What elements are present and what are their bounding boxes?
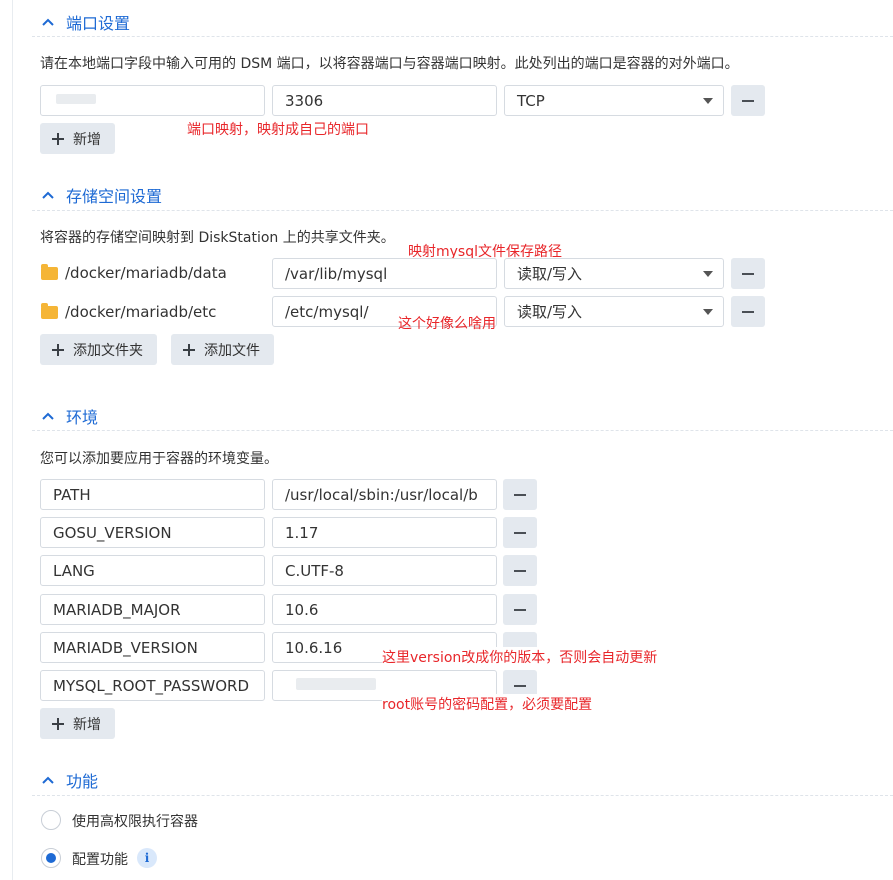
minus-icon xyxy=(742,272,754,275)
remove-env-button[interactable] xyxy=(503,594,537,625)
remove-port-button[interactable] xyxy=(731,85,765,116)
divider xyxy=(32,36,893,37)
protocol-select[interactable]: TCP xyxy=(504,85,724,116)
chevron-up-icon xyxy=(42,18,54,26)
env-key-input[interactable]: MYSQL_ROOT_PASSWORD xyxy=(40,670,265,701)
storage-folder-path[interactable]: /docker/mariadb/etc xyxy=(65,303,216,321)
minus-icon xyxy=(742,310,754,313)
features-section-title: 功能 xyxy=(66,772,99,791)
remove-storage-button[interactable] xyxy=(731,296,765,327)
info-icon[interactable]: i xyxy=(137,848,157,868)
env-key-input[interactable]: GOSU_VERSION xyxy=(40,517,265,548)
divider xyxy=(32,430,893,431)
folder-icon xyxy=(41,303,58,319)
port-description: 请在本地端口字段中输入可用的 DSM 端口，以将容器端口与容器端口映射。此处列出… xyxy=(40,56,739,72)
capabilities-radio[interactable] xyxy=(41,848,61,868)
env-value-input[interactable]: 1.17 xyxy=(272,517,497,548)
env-key-input[interactable]: LANG xyxy=(40,555,265,586)
plus-icon xyxy=(52,132,64,145)
access-mode-select[interactable]: 读取/写入 xyxy=(504,258,724,289)
capabilities-label[interactable]: 配置功能 xyxy=(72,849,128,869)
port-section-header[interactable]: 端口设置 xyxy=(40,10,130,34)
add-port-button[interactable]: 新增 xyxy=(40,123,115,154)
features-section-header[interactable]: 功能 xyxy=(40,768,98,792)
plus-icon xyxy=(52,717,64,730)
minus-icon xyxy=(514,531,526,534)
left-border xyxy=(12,0,13,880)
dropdown-arrow-icon xyxy=(703,98,713,104)
chevron-up-icon xyxy=(42,191,54,199)
chevron-up-icon xyxy=(42,412,54,420)
add-folder-button[interactable]: 添加文件夹 xyxy=(40,334,157,365)
env-section-title: 环境 xyxy=(66,408,99,427)
env-key-input[interactable]: MARIADB_MAJOR xyxy=(40,594,265,625)
plus-icon xyxy=(52,343,64,356)
storage-folder-path[interactable]: /docker/mariadb/data xyxy=(65,264,227,282)
folder-icon xyxy=(41,264,58,280)
storage-section-header[interactable]: 存储空间设置 xyxy=(40,183,162,207)
env-value-input[interactable]: 10.6 xyxy=(272,594,497,625)
env-key-input[interactable]: PATH xyxy=(40,479,265,510)
storage-section-title: 存储空间设置 xyxy=(66,187,163,206)
privileged-label[interactable]: 使用高权限执行容器 xyxy=(72,811,198,831)
chevron-up-icon xyxy=(42,776,54,784)
annotation-port: 端口映射，映射成自己的端口 xyxy=(187,122,369,138)
port-section-title: 端口设置 xyxy=(66,14,131,33)
minus-icon xyxy=(514,493,526,496)
env-value-input[interactable]: /usr/local/sbin:/usr/local/b xyxy=(272,479,497,510)
annotation-version: 这里version改成你的版本，否则会自动更新 xyxy=(382,647,660,667)
dropdown-arrow-icon xyxy=(703,271,713,277)
env-key-input[interactable]: MARIADB_VERSION xyxy=(40,632,265,663)
minus-icon xyxy=(514,569,526,572)
plus-icon xyxy=(183,343,195,356)
annotation-etc: 这个好像么啥用 xyxy=(398,316,496,332)
divider xyxy=(32,210,893,211)
dropdown-arrow-icon xyxy=(703,309,713,315)
mount-path-input[interactable]: /var/lib/mysql xyxy=(272,258,497,289)
redacted-mask xyxy=(296,678,376,690)
remove-env-button[interactable] xyxy=(503,517,537,548)
remove-env-button[interactable] xyxy=(503,479,537,510)
remove-storage-button[interactable] xyxy=(731,258,765,289)
container-port-input[interactable]: 3306 xyxy=(272,85,497,116)
redacted-mask xyxy=(56,94,96,104)
access-mode-select[interactable]: 读取/写入 xyxy=(504,296,724,327)
add-env-button[interactable]: 新增 xyxy=(40,708,115,739)
annotation-password: root账号的密码配置，必须要配置 xyxy=(382,694,595,714)
env-description: 您可以添加要应用于容器的环境变量。 xyxy=(40,451,278,467)
add-file-button[interactable]: 添加文件 xyxy=(171,334,274,365)
env-value-input[interactable]: C.UTF-8 xyxy=(272,555,497,586)
minus-icon xyxy=(742,99,754,102)
env-section-header[interactable]: 环境 xyxy=(40,404,98,428)
divider xyxy=(32,795,893,796)
minus-icon xyxy=(514,684,526,687)
storage-description: 将容器的存储空间映射到 DiskStation 上的共享文件夹。 xyxy=(40,230,395,246)
minus-icon xyxy=(514,608,526,611)
remove-env-button[interactable] xyxy=(503,555,537,586)
privileged-radio[interactable] xyxy=(41,810,61,830)
